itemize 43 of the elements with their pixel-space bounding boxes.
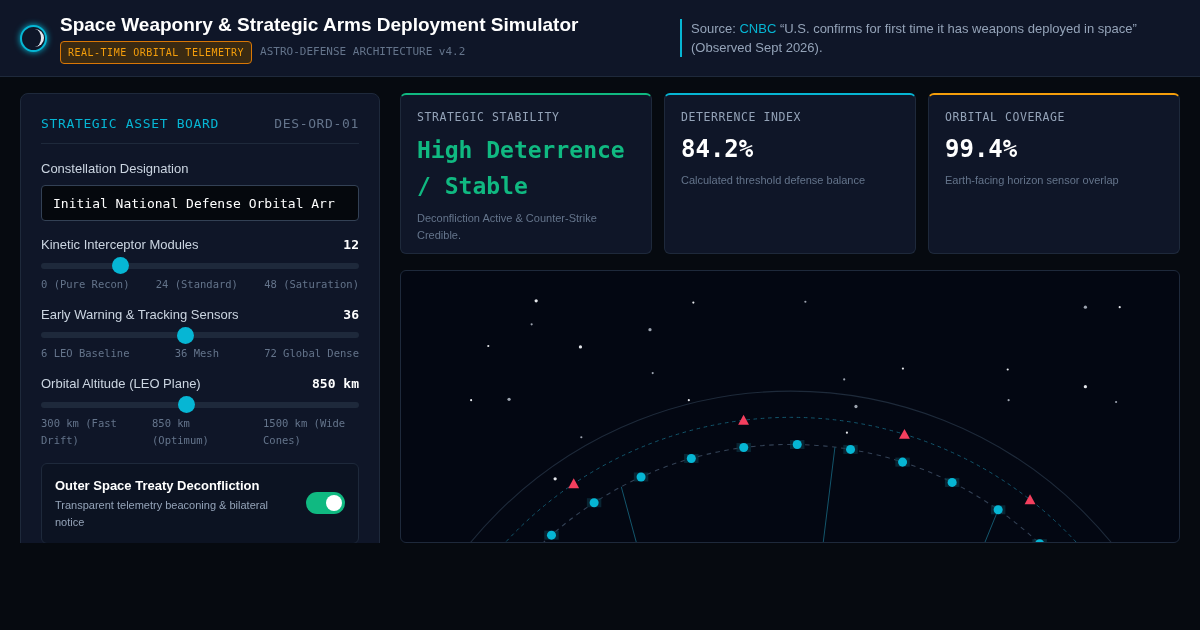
metric-label: ORBITAL COVERAGE xyxy=(945,109,1066,126)
telemetry-badge: REAL-TIME ORBITAL TELEMETRY xyxy=(60,41,253,64)
logo-icon xyxy=(20,24,47,52)
slider-value: 12 xyxy=(343,236,359,254)
metric-value: 99.4% xyxy=(945,134,1019,166)
slider-label: Orbital Altitude (LEO Plane) xyxy=(41,375,201,393)
metric-note: Earth-facing horizon sensor overlap xyxy=(945,173,1120,189)
slider-thumb[interactable] xyxy=(178,396,196,413)
slider-label: Early Warning & Tracking Sensors xyxy=(41,305,239,324)
slider-thumb[interactable] xyxy=(112,257,129,274)
metric-label: STRATEGIC STABILITY xyxy=(417,109,561,126)
slider-tick-label: 48 (Saturation) xyxy=(264,276,359,292)
metric-note: Calculated threshold defense balance xyxy=(681,173,867,189)
app-subtitle: ASTRO-DEFENSE ARCHITECTURE v4.2 xyxy=(260,44,466,61)
app-title: Space Weaponry & Strategic Arms Deployment Simulator xyxy=(60,13,579,37)
slider[interactable] xyxy=(41,395,359,414)
slider-tick-label: 0 (Pure Recon) xyxy=(41,276,130,292)
source-citation: Source: CNBC “U.S. confirms for first time it has weapons deployed in space” (Observed Sept 2026). xyxy=(691,20,1138,57)
slider-label: Kinetic Interceptor Modules xyxy=(41,236,199,254)
designation-field[interactable]: Initial National Defense Orbital Arr xyxy=(41,185,359,221)
slider-tick-label: 24 (Standard) xyxy=(155,276,238,292)
panel-code: DES-ORD-01 xyxy=(274,115,359,133)
metric-note: Deconfliction Active & Counter-Strike Credible. xyxy=(417,211,598,244)
slider-thumb[interactable] xyxy=(177,326,195,344)
toggle-title: Outer Space Treaty Deconfliction xyxy=(55,476,261,495)
toggle-description: Transparent telemetry beaconing & bilateral notice xyxy=(55,498,269,530)
slider-tick-label: 850 km (Optimum) xyxy=(152,415,210,448)
toggle-switch[interactable] xyxy=(306,492,345,515)
slider-tick-label: 300 km (Fast Drift) xyxy=(41,415,118,448)
field-label: Constellation Designation xyxy=(41,159,190,178)
metric-value: High Deterrence / Stable xyxy=(417,136,626,202)
source-link[interactable]: CNBC xyxy=(739,21,777,36)
slider[interactable] xyxy=(41,256,359,275)
slider-tick-label: 6 LEO Baseline xyxy=(41,346,130,361)
metric-value: 84.2% xyxy=(681,134,755,166)
slider-tick-label: 1500 km (Wide Cones) xyxy=(263,415,347,448)
slider-value: 850 km xyxy=(312,375,359,393)
slider[interactable] xyxy=(41,326,359,344)
slider-tick-label: 36 Mesh xyxy=(174,346,219,361)
panel-title: STRATEGIC ASSET BOARD xyxy=(41,115,219,133)
slider-value: 36 xyxy=(343,305,359,324)
metric-label: DETERRENCE INDEX xyxy=(681,109,802,126)
slider-tick-label: 72 Global Dense xyxy=(264,346,359,361)
